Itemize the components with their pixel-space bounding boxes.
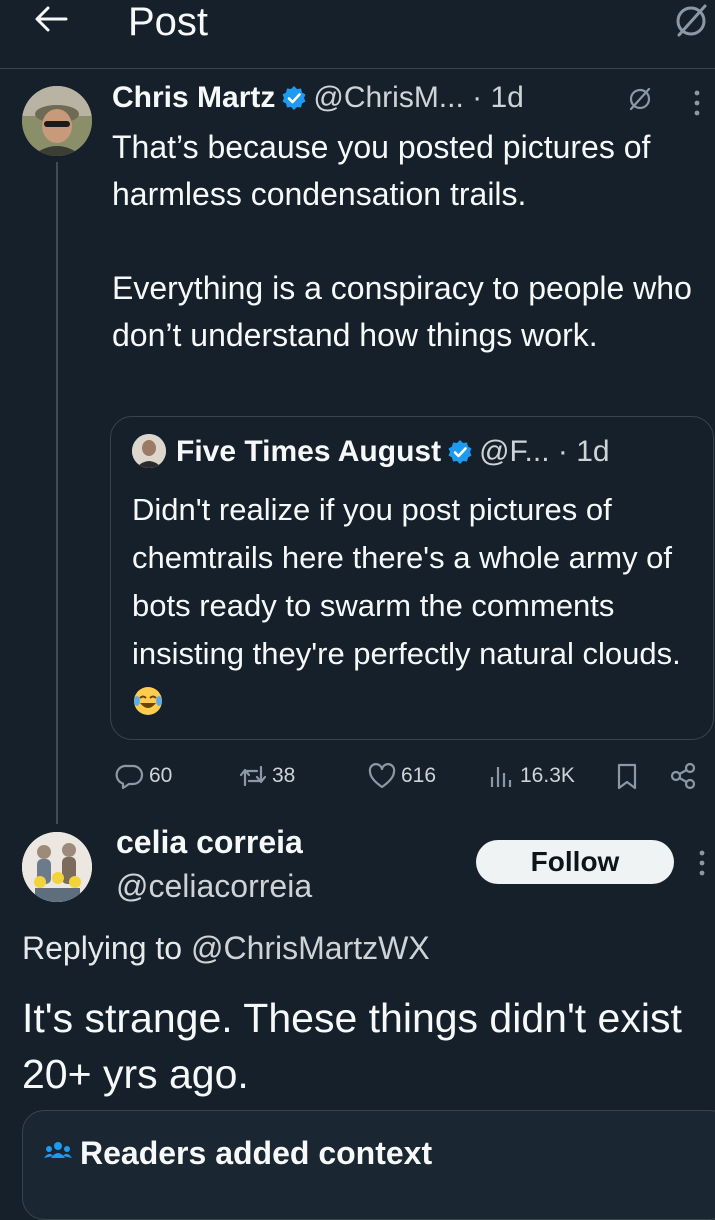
quoted-post-text: Didn't realize if you post pictures of c… bbox=[132, 492, 690, 671]
quoted-post-body: Didn't realize if you post pictures of c… bbox=[132, 486, 707, 726]
reply-icon bbox=[115, 761, 145, 791]
like-count: 616 bbox=[401, 764, 437, 787]
reply-body: It's strange. These things didn't exist … bbox=[22, 995, 694, 1097]
quoted-author-line[interactable]: Five Times August @F... · 1d bbox=[176, 434, 610, 470]
views-button[interactable]: 16.3K bbox=[486, 760, 575, 792]
share-icon bbox=[668, 761, 698, 791]
repost-icon bbox=[238, 761, 268, 791]
quoted-time[interactable]: · 1d bbox=[558, 435, 610, 468]
quoted-author-avatar[interactable] bbox=[132, 434, 166, 468]
grok-slash-icon[interactable] bbox=[672, 2, 710, 40]
page-title: Post bbox=[128, 0, 209, 44]
bookmark-button[interactable] bbox=[612, 760, 646, 792]
reply-display-name[interactable]: celia correia bbox=[116, 822, 303, 862]
view-count: 16.3K bbox=[520, 764, 575, 787]
verified-badge-icon bbox=[281, 85, 307, 111]
more-options-icon[interactable] bbox=[697, 848, 707, 878]
replying-to-line: Replying to @ChrisMartzWX bbox=[22, 926, 430, 970]
verified-badge-icon bbox=[447, 439, 473, 465]
repost-count: 38 bbox=[272, 764, 296, 787]
heart-icon bbox=[367, 761, 397, 791]
reply-button[interactable]: 60 bbox=[115, 760, 172, 792]
tweet-body: That’s because you posted pictures of ha… bbox=[112, 129, 692, 353]
tweet-author-line[interactable]: Chris Martz @ChrisM... · 1d bbox=[112, 80, 524, 116]
back-arrow-icon[interactable] bbox=[30, 2, 70, 36]
people-group-icon bbox=[42, 1136, 74, 1168]
tweet-handle[interactable]: @ChrisM... bbox=[313, 81, 463, 114]
thread-line bbox=[56, 162, 58, 824]
more-options-icon[interactable] bbox=[692, 88, 702, 118]
quoted-handle[interactable]: @F... bbox=[479, 435, 549, 468]
repost-button[interactable]: 38 bbox=[238, 760, 295, 792]
header-divider bbox=[0, 68, 715, 69]
like-button[interactable]: 616 bbox=[367, 760, 436, 792]
laughing-crying-emoji-icon bbox=[132, 685, 164, 717]
reply-count: 60 bbox=[149, 764, 173, 787]
tweet-time[interactable]: · 1d bbox=[472, 81, 524, 114]
bookmark-icon bbox=[612, 761, 642, 791]
grok-slash-icon[interactable] bbox=[626, 85, 654, 113]
views-bar-chart-icon bbox=[486, 761, 516, 791]
replying-to-label: Replying to bbox=[22, 930, 183, 966]
share-button[interactable] bbox=[668, 760, 702, 792]
replying-to-handle[interactable]: @ChrisMartzWX bbox=[191, 930, 430, 966]
follow-button[interactable]: Follow bbox=[476, 840, 674, 884]
reply-handle[interactable]: @celiacorreia bbox=[116, 866, 312, 906]
reply-author-avatar[interactable] bbox=[22, 832, 92, 902]
chris-avatar[interactable] bbox=[22, 86, 92, 156]
quoted-display-name[interactable]: Five Times August bbox=[176, 435, 441, 468]
tweet-display-name[interactable]: Chris Martz bbox=[112, 81, 275, 114]
community-note-title: Readers added context bbox=[80, 1135, 433, 1171]
